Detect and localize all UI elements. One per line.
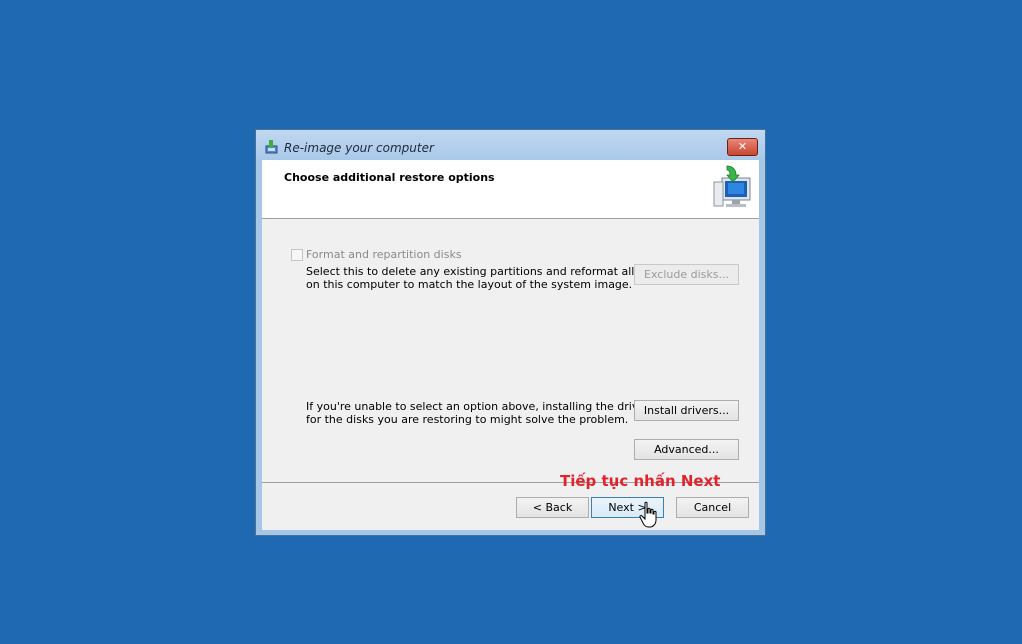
install-drivers-button[interactable]: Install drivers... bbox=[634, 400, 739, 421]
title-bar: Re-image your computer ✕ bbox=[256, 130, 765, 160]
mouse-pointer-icon bbox=[639, 501, 657, 528]
drivers-description: If you're unable to select an option abo… bbox=[306, 400, 655, 426]
reimage-app-icon bbox=[265, 140, 278, 154]
page-title: Choose additional restore options bbox=[284, 171, 495, 184]
window-title: Re-image your computer bbox=[284, 141, 434, 155]
instruction-annotation: Tiếp tục nhấn Next bbox=[560, 472, 721, 490]
format-disks-checkbox[interactable] bbox=[291, 249, 303, 261]
exclude-disks-button[interactable]: Exclude disks... bbox=[634, 264, 739, 285]
header-panel: Choose additional restore options bbox=[262, 160, 759, 219]
cancel-button[interactable]: Cancel bbox=[676, 497, 749, 518]
drivers-description-line: If you're unable to select an option abo… bbox=[306, 400, 656, 413]
monitor-restore-icon bbox=[713, 165, 751, 207]
advanced-button[interactable]: Advanced... bbox=[634, 439, 739, 460]
drivers-description-line: for the disks you are restoring to might… bbox=[306, 413, 629, 426]
format-disks-label: Format and repartition disks bbox=[306, 248, 462, 261]
format-description-line: Select this to delete any existing parti… bbox=[306, 265, 666, 278]
back-button[interactable]: < Back bbox=[516, 497, 589, 518]
format-description-line: on this computer to match the layout of … bbox=[306, 278, 633, 291]
close-icon: ✕ bbox=[737, 140, 748, 153]
close-button[interactable]: ✕ bbox=[727, 138, 758, 156]
format-description: Select this to delete any existing parti… bbox=[306, 265, 666, 291]
